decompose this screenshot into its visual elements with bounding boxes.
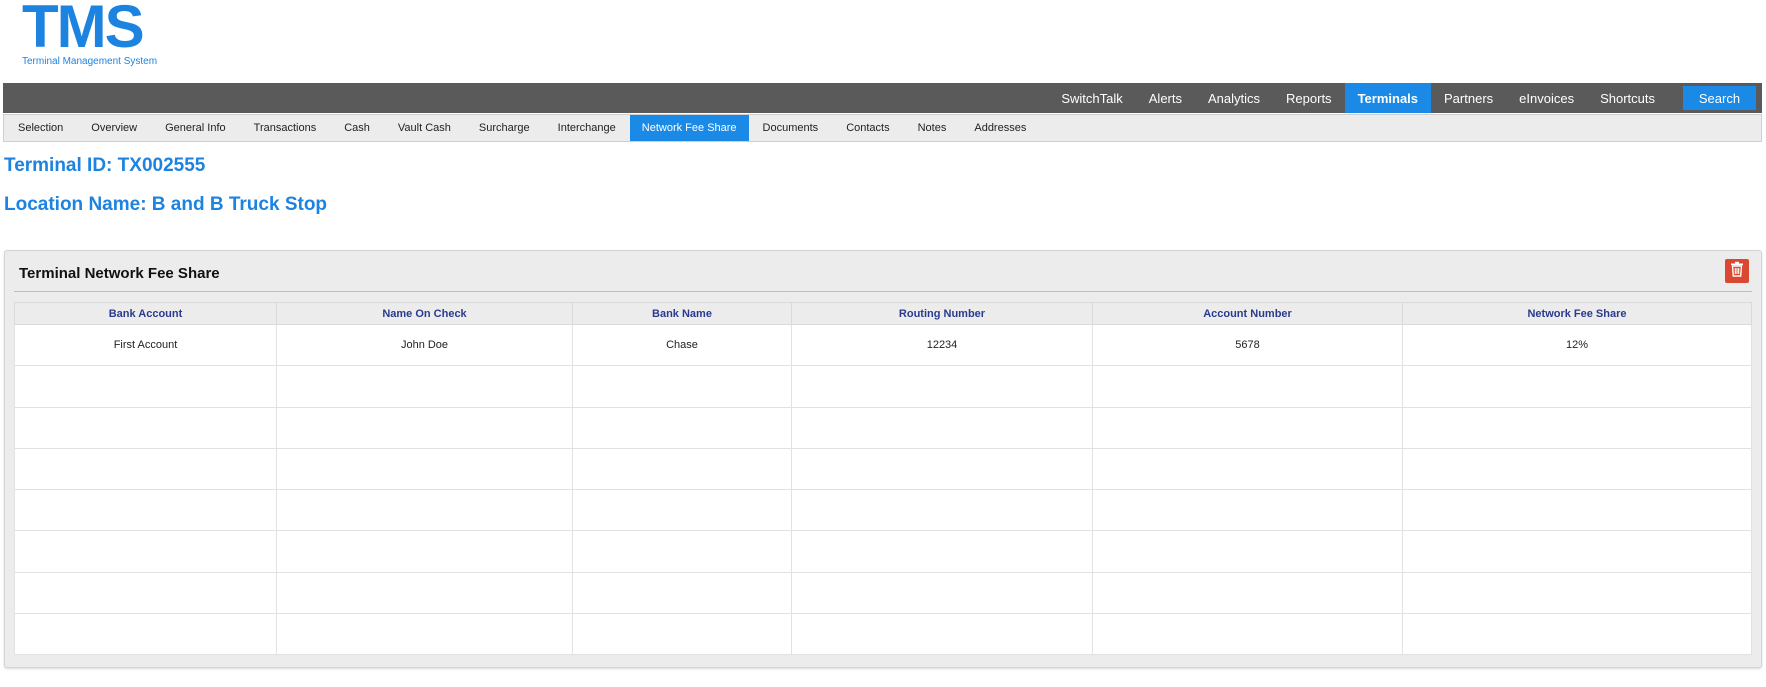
tab-notes[interactable]: Notes [904, 115, 961, 141]
cell-bank-account [14, 406, 277, 449]
cell-name-on-check [276, 613, 573, 656]
panel-title: Terminal Network Fee Share [19, 265, 220, 282]
cell-network-fee-share [1402, 365, 1752, 408]
tab-transactions[interactable]: Transactions [240, 115, 331, 141]
cell-bank-name [572, 365, 792, 408]
cell-name-on-check [276, 530, 573, 573]
cell-name-on-check [276, 489, 573, 532]
tab-network-fee-share[interactable]: Network Fee Share [629, 115, 749, 141]
topnav-item-switchtalk[interactable]: SwitchTalk [1048, 83, 1135, 113]
cell-bank-name [572, 406, 792, 449]
table-row[interactable] [14, 613, 1752, 656]
cell-bank-name [572, 489, 792, 532]
table-row[interactable]: First Account John Doe Chase 12234 5678 12% [14, 323, 1752, 367]
cell-bank-account [14, 365, 277, 408]
cell-network-fee-share [1402, 406, 1752, 449]
cell-name-on-check [276, 365, 573, 408]
cell-network-fee-share: 12% [1402, 323, 1752, 367]
terminal-subnavigation: Selection Overview General Info Transaction… [3, 114, 1762, 142]
cell-name-on-check: John Doe [276, 323, 573, 367]
column-header-network-fee-share[interactable]: Network Fee Share [1402, 302, 1752, 325]
cell-routing-number [791, 530, 1093, 573]
delete-button[interactable] [1725, 259, 1749, 283]
cell-routing-number [791, 447, 1093, 491]
cell-bank-account: First Account [14, 323, 277, 367]
logo-mark: TMS [22, 0, 145, 60]
cell-account-number: 5678 [1092, 323, 1403, 367]
terminal-id-heading: Terminal ID: TX002555 [4, 155, 206, 176]
table-row[interactable] [14, 406, 1752, 449]
top-navigation: SwitchTalk Alerts Analytics Reports Terminal… [3, 83, 1762, 113]
tab-general-info[interactable]: General Info [151, 115, 240, 141]
cell-network-fee-share [1402, 571, 1752, 615]
trash-icon [1730, 261, 1744, 282]
cell-network-fee-share [1402, 447, 1752, 491]
cell-routing-number [791, 489, 1093, 532]
tab-overview[interactable]: Overview [77, 115, 151, 141]
tab-contacts[interactable]: Contacts [832, 115, 903, 141]
table-row[interactable] [14, 365, 1752, 408]
column-header-account-number[interactable]: Account Number [1092, 302, 1403, 325]
cell-routing-number: 12234 [791, 323, 1093, 367]
cell-bank-name: Chase [572, 323, 792, 367]
cell-account-number [1092, 489, 1403, 532]
network-fee-share-panel: Terminal Network Fee Share Bank Account N… [4, 250, 1762, 668]
tab-documents[interactable]: Documents [749, 115, 833, 141]
topnav-item-reports[interactable]: Reports [1273, 83, 1345, 113]
column-header-routing-number[interactable]: Routing Number [791, 302, 1093, 325]
cell-routing-number [791, 406, 1093, 449]
tab-selection[interactable]: Selection [4, 115, 77, 141]
topnav-item-einvoices[interactable]: eInvoices [1506, 83, 1587, 113]
cell-account-number [1092, 365, 1403, 408]
column-header-name-on-check[interactable]: Name On Check [276, 302, 573, 325]
cell-bank-account [14, 447, 277, 491]
table-header-row: Bank Account Name On Check Bank Name Routin… [14, 302, 1752, 325]
cell-network-fee-share [1402, 613, 1752, 656]
topnav-item-shortcuts[interactable]: Shortcuts [1587, 83, 1668, 113]
location-name-heading: Location Name: B and B Truck Stop [4, 194, 328, 215]
cell-bank-account [14, 489, 277, 532]
logo-subtitle: Terminal Management System [22, 56, 158, 67]
column-header-bank-name[interactable]: Bank Name [572, 302, 792, 325]
cell-account-number [1092, 571, 1403, 615]
cell-bank-name [572, 530, 792, 573]
cell-bank-account [14, 613, 277, 656]
cell-bank-account [14, 530, 277, 573]
topnav-item-partners[interactable]: Partners [1431, 83, 1506, 113]
topnav-item-analytics[interactable]: Analytics [1195, 83, 1273, 113]
topnav-item-alerts[interactable]: Alerts [1136, 83, 1195, 113]
panel-divider [14, 291, 1752, 292]
cell-routing-number [791, 571, 1093, 615]
cell-account-number [1092, 406, 1403, 449]
table-row[interactable] [14, 571, 1752, 615]
tab-cash[interactable]: Cash [330, 115, 384, 141]
tab-vault-cash[interactable]: Vault Cash [384, 115, 465, 141]
cell-bank-account [14, 571, 277, 615]
tab-addresses[interactable]: Addresses [960, 115, 1040, 141]
logo: TMS Terminal Management System [22, 0, 157, 67]
table-row[interactable] [14, 447, 1752, 491]
cell-network-fee-share [1402, 530, 1752, 573]
column-header-bank-account[interactable]: Bank Account [14, 302, 277, 325]
topnav-item-terminals[interactable]: Terminals [1344, 83, 1432, 113]
cell-account-number [1092, 447, 1403, 491]
cell-name-on-check [276, 447, 573, 491]
tab-surcharge[interactable]: Surcharge [465, 115, 544, 141]
cell-account-number [1092, 530, 1403, 573]
cell-account-number [1092, 613, 1403, 656]
cell-name-on-check [276, 406, 573, 449]
tab-interchange[interactable]: Interchange [544, 115, 630, 141]
cell-bank-name [572, 447, 792, 491]
cell-routing-number [791, 365, 1093, 408]
table-row[interactable] [14, 530, 1752, 573]
cell-bank-name [572, 571, 792, 615]
network-fee-share-table: Bank Account Name On Check Bank Name Routin… [14, 302, 1752, 656]
cell-routing-number [791, 613, 1093, 656]
search-button[interactable]: Search [1683, 86, 1756, 110]
table-row[interactable] [14, 489, 1752, 532]
cell-network-fee-share [1402, 489, 1752, 532]
cell-name-on-check [276, 571, 573, 615]
cell-bank-name [572, 613, 792, 656]
